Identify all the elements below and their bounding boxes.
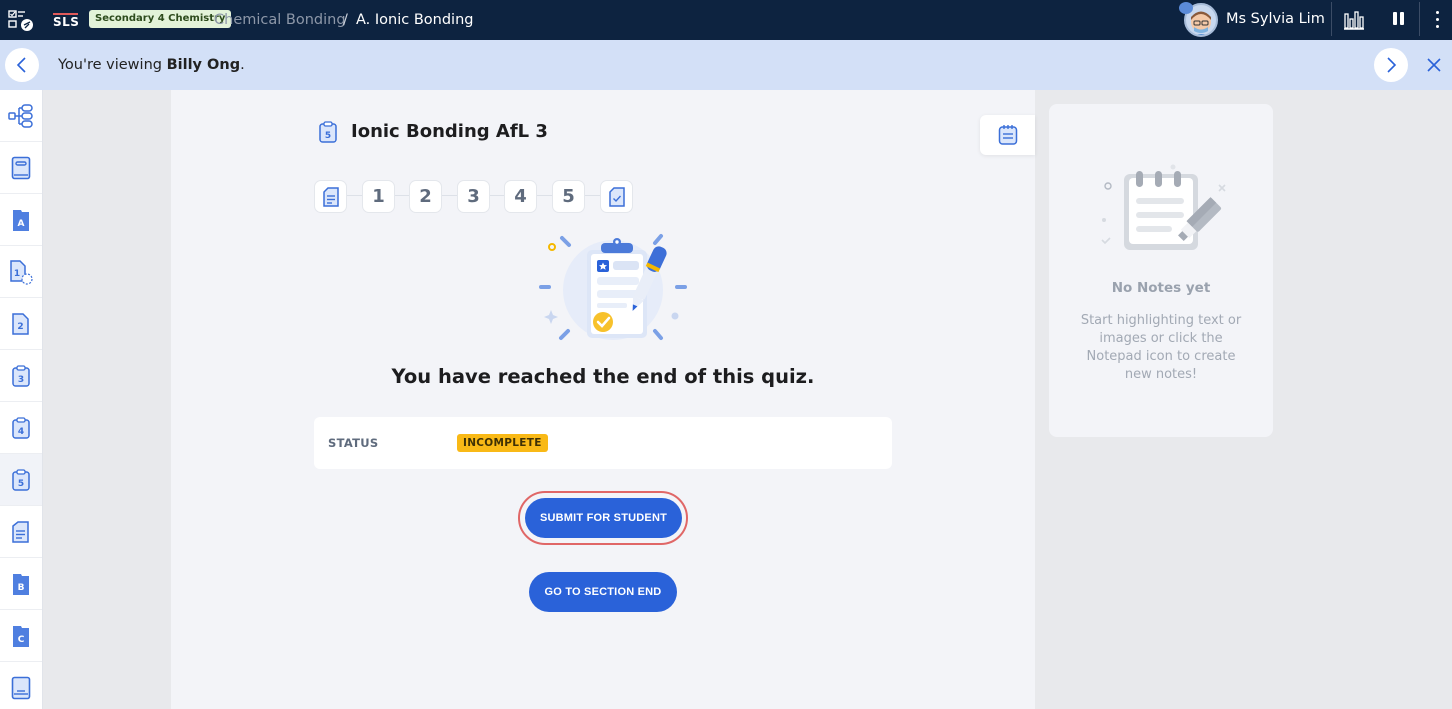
- clipboard-check-icon: [608, 186, 625, 207]
- notepad-icon: [998, 125, 1017, 145]
- next-student-button[interactable]: [1374, 48, 1408, 82]
- pause-icon[interactable]: [1393, 12, 1405, 26]
- document-icon: 1: [10, 259, 33, 285]
- user-name[interactable]: Ms Sylvia Lim: [1226, 9, 1325, 29]
- sls-logo[interactable]: SLS: [53, 11, 79, 29]
- chevron-right-icon: [1387, 57, 1397, 73]
- sidebar-item-folder-a[interactable]: A: [0, 194, 42, 246]
- step-3[interactable]: 3: [457, 180, 490, 213]
- folder-icon: A: [13, 209, 29, 231]
- step-end[interactable]: [600, 180, 633, 213]
- status-label: STATUS: [328, 436, 379, 450]
- clipboard-icon: 5: [318, 120, 338, 148]
- bar-chart-icon[interactable]: [1343, 10, 1365, 30]
- step-4[interactable]: 4: [504, 180, 537, 213]
- sidebar-item-folder-b[interactable]: B: [0, 558, 42, 610]
- svg-text:C: C: [18, 635, 25, 645]
- svg-text:1: 1: [14, 269, 20, 279]
- close-icon[interactable]: [1426, 57, 1442, 73]
- notes-empty-title: No Notes yet: [1111, 280, 1211, 296]
- tasks-icon[interactable]: [8, 8, 36, 32]
- divider: [1419, 2, 1420, 36]
- empty-notes-illustration: [1093, 164, 1233, 264]
- viewing-text: You're viewing Billy Ong.: [58, 55, 245, 75]
- viewing-prefix: You're viewing: [58, 57, 167, 73]
- sidebar-item-quiz-3[interactable]: 3: [0, 350, 42, 402]
- subject-badge: Secondary 4 Chemistry: [89, 10, 232, 28]
- chevron-left-icon: [16, 57, 26, 73]
- left-gutter: [43, 90, 171, 709]
- sidebar-item-tree[interactable]: [0, 90, 42, 142]
- go-to-section-end-button[interactable]: GO TO SECTION END: [529, 572, 677, 612]
- book-icon: [11, 156, 31, 179]
- sidebar-item-book-end[interactable]: [0, 662, 42, 709]
- book-icon: [11, 676, 31, 699]
- kebab-menu-icon[interactable]: [1436, 10, 1440, 30]
- svg-text:3: 3: [18, 375, 24, 385]
- clipboard-icon: 5: [12, 468, 30, 491]
- submit-for-student-button[interactable]: SUBMIT FOR STUDENT: [525, 498, 682, 538]
- svg-text:2: 2: [17, 322, 23, 332]
- student-name: Billy Ong: [166, 57, 241, 73]
- top-bar: SLS Secondary 4 Chemistry Chemical Bondi…: [0, 0, 1452, 40]
- sidebar-item-book[interactable]: [0, 142, 42, 194]
- quiz-complete-illustration: [537, 230, 689, 345]
- sidebar-item-folder-c[interactable]: C: [0, 610, 42, 662]
- step-5[interactable]: 5: [552, 180, 585, 213]
- step-instructions[interactable]: [314, 180, 347, 213]
- sidebar: A 1 2 3 4 5 B C: [0, 90, 43, 709]
- step-1[interactable]: 1: [362, 180, 395, 213]
- clipboard-icon: 3: [12, 364, 30, 387]
- sidebar-item-document-1[interactable]: 1: [0, 246, 42, 298]
- sidebar-item-quiz-4[interactable]: 4: [0, 402, 42, 454]
- status-badge: INCOMPLETE: [457, 434, 548, 452]
- viewing-banner: You're viewing Billy Ong.: [0, 40, 1452, 90]
- notes-empty-description: Start highlighting text or images or cli…: [1080, 313, 1242, 382]
- folder-icon: C: [13, 625, 29, 647]
- breadcrumb-separator: /: [343, 12, 348, 28]
- svg-text:5: 5: [18, 479, 24, 489]
- notes-panel: No Notes yet Start highlighting text or …: [1049, 104, 1273, 437]
- divider: [1331, 2, 1332, 36]
- viewing-suffix: .: [240, 57, 245, 73]
- svg-text:4: 4: [18, 427, 24, 437]
- svg-text:A: A: [18, 219, 25, 229]
- text-document-icon: [12, 520, 29, 543]
- breadcrumb-lesson[interactable]: Chemical Bonding: [214, 10, 346, 30]
- folder-icon: B: [13, 573, 29, 595]
- step-2[interactable]: 2: [409, 180, 442, 213]
- previous-student-button[interactable]: [5, 48, 39, 82]
- svg-text:B: B: [18, 583, 25, 593]
- document-icon: 2: [12, 312, 29, 335]
- breadcrumb-section: A. Ionic Bonding: [356, 12, 474, 28]
- end-of-quiz-message: You have reached the end of this quiz.: [391, 365, 815, 388]
- viewing-eye-icon: [1179, 2, 1193, 14]
- sidebar-item-text-document[interactable]: [0, 506, 42, 558]
- svg-text:5: 5: [325, 131, 331, 141]
- quiz-title: Ionic Bonding AfL 3: [351, 121, 548, 142]
- notepad-toggle-button[interactable]: [980, 115, 1035, 155]
- clipboard-icon: 4: [12, 416, 30, 439]
- text-document-icon: [322, 186, 339, 207]
- sidebar-item-document-2[interactable]: 2: [0, 298, 42, 350]
- tree-structure-icon: [8, 103, 33, 128]
- quiz-content: 5 Ionic Bonding AfL 3 1 2 3 4 5 You have…: [171, 90, 1035, 709]
- sidebar-item-quiz-5[interactable]: 5: [0, 454, 42, 506]
- status-card: STATUS INCOMPLETE: [314, 417, 892, 469]
